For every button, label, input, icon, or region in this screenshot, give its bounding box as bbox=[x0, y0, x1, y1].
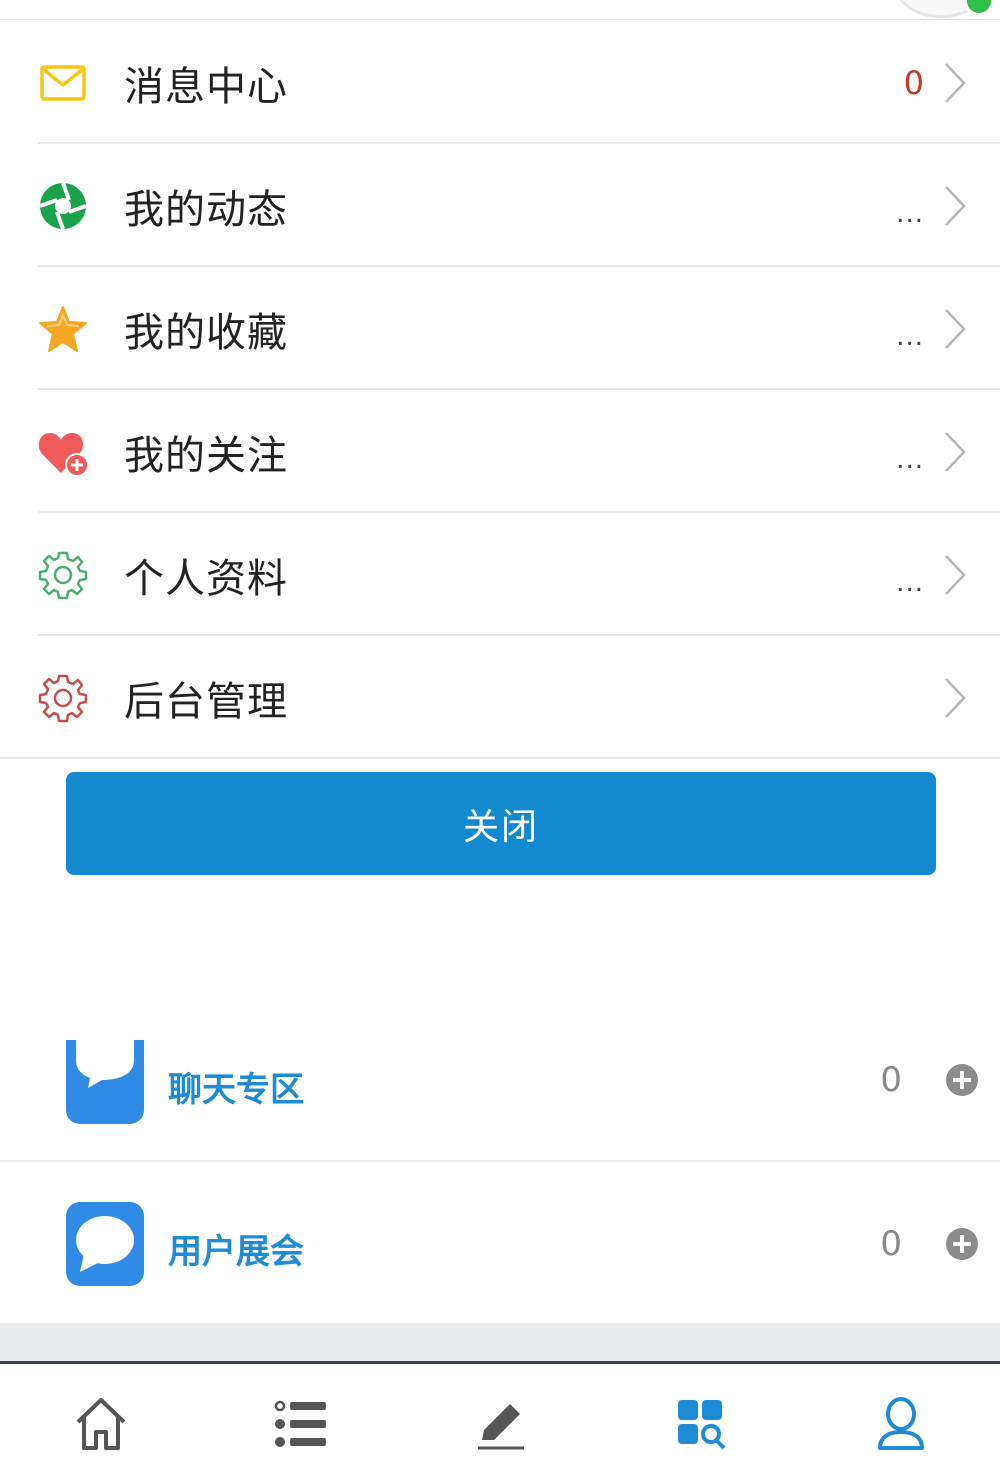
chevron-right-icon bbox=[942, 429, 970, 475]
menu-item-favorites[interactable]: 我的收藏 ... bbox=[0, 267, 1000, 390]
forum-name: 用户展会 bbox=[168, 1232, 304, 1272]
user-icon bbox=[874, 1396, 928, 1452]
close-button[interactable]: 关闭 bbox=[66, 772, 936, 875]
menu-item-label: 我的收藏 bbox=[124, 309, 288, 356]
tab-me[interactable] bbox=[800, 1364, 1000, 1478]
add-circle-icon[interactable] bbox=[946, 1064, 978, 1096]
menu-item-label: 我的关注 bbox=[124, 432, 288, 479]
top-edge bbox=[0, 0, 1000, 20]
menu-item-messages[interactable]: 消息中心 0 bbox=[0, 21, 1000, 144]
gear-icon bbox=[36, 548, 90, 602]
star-icon bbox=[36, 302, 90, 356]
menu-item-label: 消息中心 bbox=[124, 63, 288, 110]
chevron-right-icon bbox=[942, 183, 970, 229]
chat-bubble-icon bbox=[66, 1040, 144, 1124]
menu-item-my-posts[interactable]: 我的动态 ... bbox=[0, 144, 1000, 267]
menu-item-profile[interactable]: 个人资料 ... bbox=[0, 513, 1000, 636]
list-icon bbox=[274, 1396, 328, 1452]
menu-item-label: 我的动态 bbox=[124, 186, 288, 233]
chevron-right-icon bbox=[942, 60, 970, 106]
tab-home[interactable] bbox=[0, 1364, 200, 1478]
menu-item-value: ... bbox=[896, 322, 924, 353]
forum-name: 聊天专区 bbox=[168, 1070, 304, 1110]
add-circle-icon[interactable] bbox=[946, 1228, 978, 1260]
edit-icon bbox=[474, 1396, 528, 1452]
chevron-right-icon bbox=[942, 675, 970, 721]
tab-list[interactable] bbox=[200, 1364, 400, 1478]
forum-item[interactable]: 聊天专区 0 bbox=[0, 1040, 1000, 1162]
forum-count: 0 bbox=[880, 1224, 902, 1264]
unread-count: 0 bbox=[903, 63, 924, 102]
user-menu: 消息中心 0 我的动态 ... 我的收藏 ... 我的关注 ... 个人资料 .… bbox=[0, 21, 1000, 759]
tab-discover[interactable] bbox=[600, 1364, 800, 1478]
menu-item-admin[interactable]: 后台管理 bbox=[0, 636, 1000, 759]
menu-item-value: ... bbox=[896, 199, 924, 230]
section-divider bbox=[0, 1323, 1000, 1361]
heart-plus-icon bbox=[36, 425, 90, 479]
forum-item[interactable]: 用户展会 0 bbox=[0, 1162, 1000, 1324]
chat-bubble-icon bbox=[66, 1202, 144, 1286]
aperture-icon bbox=[36, 179, 90, 233]
bottom-tab-bar bbox=[0, 1361, 1000, 1478]
apps-search-icon bbox=[674, 1396, 728, 1452]
menu-item-value: ... bbox=[896, 445, 924, 476]
mail-icon bbox=[36, 56, 90, 110]
menu-item-following[interactable]: 我的关注 ... bbox=[0, 390, 1000, 513]
home-icon bbox=[74, 1396, 128, 1452]
menu-item-label: 个人资料 bbox=[124, 555, 288, 602]
chevron-right-icon bbox=[942, 552, 970, 598]
chevron-right-icon bbox=[942, 306, 970, 352]
gear-icon bbox=[36, 671, 90, 725]
forum-count: 0 bbox=[880, 1060, 902, 1100]
menu-item-label: 后台管理 bbox=[124, 678, 288, 725]
tab-post[interactable] bbox=[400, 1364, 600, 1478]
menu-item-value: ... bbox=[896, 568, 924, 599]
